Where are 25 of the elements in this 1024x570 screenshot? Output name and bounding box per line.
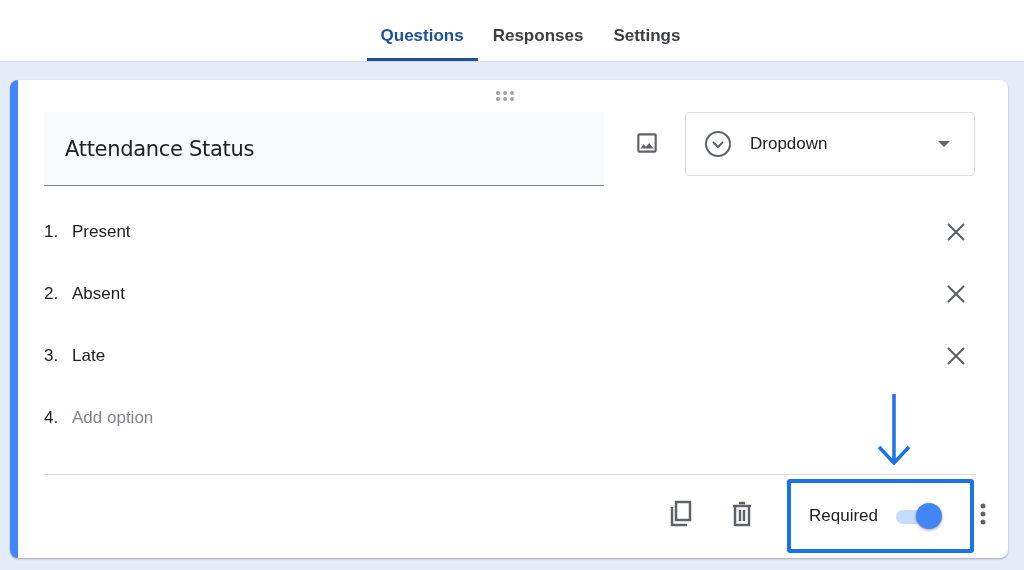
option-number: 3. (44, 346, 60, 366)
question-type-dropdown[interactable]: Dropdown (685, 112, 975, 176)
option-label[interactable]: Present (72, 222, 946, 242)
arrow-annotation (876, 394, 912, 466)
image-icon[interactable] (634, 130, 660, 156)
option-label[interactable]: Late (72, 346, 946, 366)
trash-icon[interactable] (731, 500, 753, 527)
option-label[interactable]: Absent (72, 284, 946, 304)
option-number: 2. (44, 284, 60, 304)
close-icon[interactable] (946, 284, 966, 304)
caret-icon (938, 141, 950, 147)
drag-handle-icon[interactable] (495, 90, 515, 102)
close-icon[interactable] (946, 346, 966, 366)
option-number: 4. (44, 408, 60, 428)
tab[interactable]: Settings (598, 0, 696, 61)
question-title-field[interactable]: Attendance Status (44, 112, 604, 186)
chevron-circle-icon (704, 130, 732, 158)
tab[interactable]: Responses (477, 0, 599, 61)
option-number: 1. (44, 222, 60, 242)
tab[interactable]: Questions (366, 0, 478, 61)
required-toggle[interactable] (894, 502, 942, 529)
close-icon[interactable] (946, 222, 966, 242)
add-option-link[interactable]: Add option (72, 408, 976, 428)
more-icon[interactable] (980, 502, 986, 525)
required-label: Required (809, 505, 878, 526)
